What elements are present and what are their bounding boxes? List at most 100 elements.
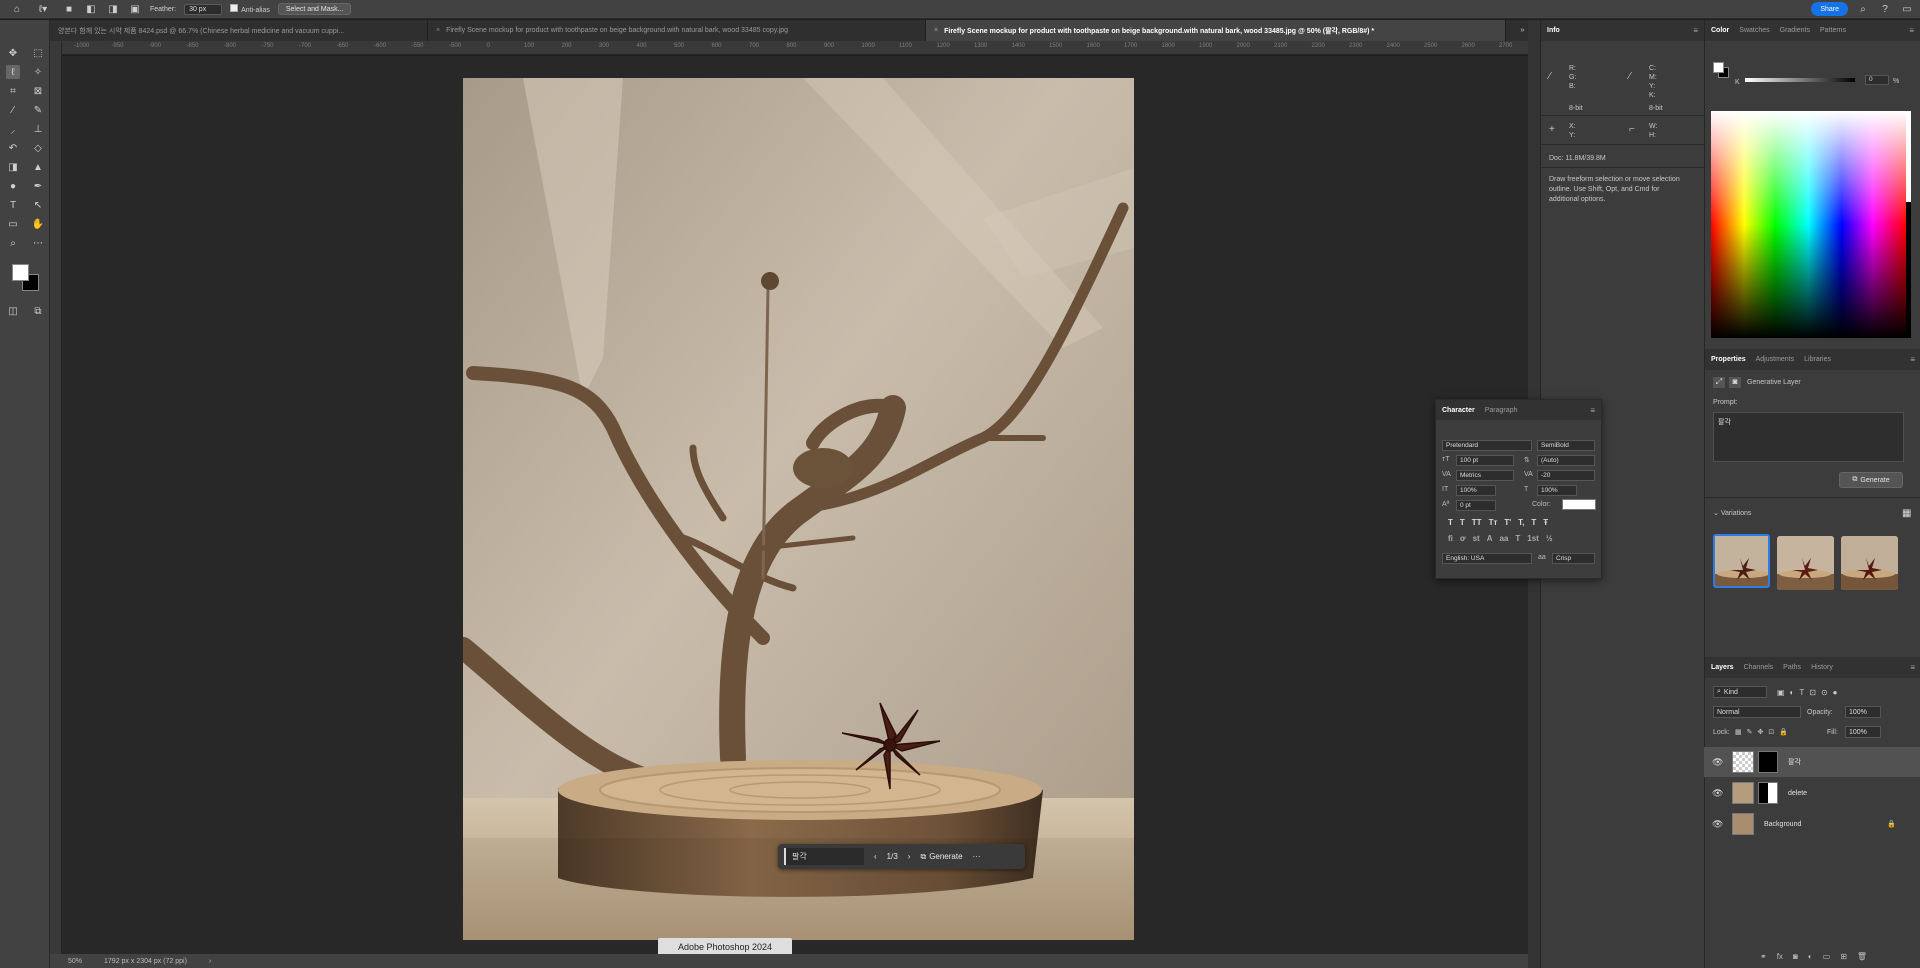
superscript-icon[interactable]: T' — [1504, 518, 1511, 527]
faux-italic-icon[interactable]: T — [1460, 518, 1465, 527]
screen-mode-icon[interactable]: ⧉ — [31, 304, 45, 318]
share-button[interactable]: Share — [1811, 2, 1848, 16]
subscript-icon[interactable]: T, — [1518, 518, 1524, 527]
language-select[interactable]: English: USA — [1442, 553, 1532, 564]
visibility-eye-icon[interactable]: 👁 — [1712, 819, 1724, 830]
color-picker-field[interactable] — [1711, 111, 1906, 338]
tab-history[interactable]: History — [1811, 664, 1833, 671]
font-style-select[interactable]: SemiBold — [1537, 440, 1595, 451]
eraser-tool-icon[interactable]: ◇ — [31, 141, 45, 155]
help-icon[interactable]: ? — [1878, 2, 1892, 16]
font-size-input[interactable]: 100 pt — [1456, 455, 1514, 466]
tab-document-1[interactable]: 양본다 함께 있는 시약 제품 8424.psd @ 66.7% (Chines… — [50, 20, 428, 41]
pen-tool-icon[interactable]: ✒ — [31, 179, 45, 193]
tab-patterns[interactable]: Patterns — [1820, 27, 1846, 34]
grid-view-icon[interactable]: ▦ — [1902, 508, 1911, 519]
previous-variation-icon[interactable]: ‹ — [874, 852, 877, 861]
layer-name[interactable]: delete — [1788, 790, 1807, 797]
document-canvas[interactable] — [463, 78, 1134, 940]
variation-thumbnail-2[interactable] — [1777, 536, 1834, 590]
add-selection-icon[interactable]: ◧ — [84, 2, 98, 16]
tab-color[interactable]: Color — [1711, 27, 1729, 34]
document-size[interactable]: 1792 px x 2304 px (72 ppi) — [104, 958, 187, 965]
panel-menu-icon[interactable]: ≡ — [1910, 355, 1915, 364]
history-brush-tool-icon[interactable]: ↶ — [6, 141, 20, 155]
layer-name[interactable]: Background — [1764, 821, 1801, 828]
layer-filter-select[interactable]: ⌕ Kind — [1713, 686, 1767, 698]
variation-thumbnail-1[interactable] — [1713, 534, 1770, 588]
layer-row-generative[interactable]: 👁 팔각 — [1704, 747, 1920, 777]
color-value-slider[interactable] — [1906, 111, 1911, 338]
strikethrough-icon[interactable]: Ŧ — [1543, 518, 1548, 527]
kerning-input[interactable]: Metrics — [1456, 470, 1514, 481]
k-value-input[interactable]: 0 — [1865, 75, 1889, 85]
opacity-input[interactable]: 100% — [1845, 706, 1881, 718]
panel-menu-icon[interactable]: ≡ — [1590, 406, 1595, 415]
tab-gradients[interactable]: Gradients — [1780, 27, 1810, 34]
add-mask-icon[interactable]: ◙ — [1793, 952, 1798, 961]
small-caps-icon[interactable]: Tт — [1489, 518, 1498, 527]
blend-mode-select[interactable]: Normal — [1713, 706, 1801, 718]
intersect-selection-icon[interactable]: ▣ — [128, 2, 142, 16]
underline-icon[interactable]: T — [1531, 518, 1536, 527]
rectangle-tool-icon[interactable]: ▭ — [6, 217, 20, 231]
swash-icon[interactable]: A — [1487, 534, 1493, 543]
link-layers-icon[interactable]: ⚭ — [1760, 952, 1767, 961]
titling-icon[interactable]: T — [1515, 534, 1520, 543]
new-group-icon[interactable]: ▭ — [1823, 952, 1831, 961]
adjustment-layer-icon[interactable]: ◐ — [1808, 952, 1813, 961]
panel-menu-icon[interactable]: ≡ — [1910, 663, 1915, 672]
variations-toggle[interactable]: ⌄ Variations — [1713, 509, 1751, 518]
feather-input[interactable]: 30 px — [184, 3, 223, 15]
select-and-mask-button[interactable]: Select and Mask... — [277, 3, 352, 15]
leading-input[interactable]: (Auto) — [1537, 455, 1595, 466]
variation-thumbnail-3[interactable] — [1841, 536, 1898, 590]
tab-swatches[interactable]: Swatches — [1739, 27, 1769, 34]
quick-mask-icon[interactable]: ◫ — [6, 304, 20, 318]
path-selection-tool-icon[interactable]: ↖ — [31, 198, 45, 212]
close-icon[interactable]: × — [934, 27, 938, 34]
blur-tool-icon[interactable]: ▲ — [31, 160, 45, 174]
lasso-tool-icon[interactable]: ℓ — [6, 65, 20, 79]
tab-adjustments[interactable]: Adjustments — [1756, 356, 1795, 363]
eyedropper-tool-icon[interactable]: ⁄ — [6, 103, 20, 117]
gradient-tool-icon[interactable]: ◨ — [6, 160, 20, 174]
discretionary-ligatures-icon[interactable]: st — [1473, 534, 1480, 543]
tab-properties[interactable]: Properties — [1711, 356, 1746, 363]
more-tools-icon[interactable]: ⋯ — [31, 236, 45, 250]
tab-document-3[interactable]: × Firefly Scene mockup for product with t… — [926, 20, 1506, 41]
k-slider[interactable] — [1745, 78, 1855, 82]
prompt-textarea[interactable]: 팔각 — [1713, 412, 1904, 462]
stylistic-alternates-icon[interactable]: aa — [1499, 534, 1508, 543]
layer-row-background[interactable]: 👁 Background 🔒 — [1704, 809, 1920, 839]
lasso-tool-preset-icon[interactable]: ℓ▾ — [32, 2, 54, 16]
anti-alias-checkbox[interactable]: Anti-alias — [230, 4, 270, 14]
ligatures-icon[interactable]: fi — [1448, 534, 1453, 543]
fx-icon[interactable]: fx — [1777, 952, 1783, 961]
canvas-area[interactable] — [62, 56, 1528, 954]
horizontal-scale-input[interactable]: 100% — [1537, 485, 1577, 496]
new-selection-icon[interactable]: ■ — [62, 2, 76, 16]
text-color-swatch[interactable] — [1562, 499, 1596, 510]
panel-menu-icon[interactable]: ≡ — [1909, 26, 1914, 35]
fractions-icon[interactable]: ½ — [1546, 534, 1553, 543]
visibility-eye-icon[interactable]: 👁 — [1712, 788, 1724, 799]
new-layer-icon[interactable]: ⊞ — [1840, 952, 1847, 961]
foreground-color-swatch[interactable] — [12, 264, 29, 281]
layer-row-delete[interactable]: 👁 delete — [1704, 778, 1920, 808]
generative-prompt-input[interactable]: 팔각 — [784, 848, 864, 865]
status-arrow-icon[interactable]: › — [209, 958, 211, 965]
layer-filter-icons[interactable]: ▣◐T⊡⊙● — [1777, 688, 1843, 697]
zoom-tool-icon[interactable]: ⌕ — [6, 236, 20, 250]
tab-layers[interactable]: Layers — [1711, 664, 1734, 671]
old-style-icon[interactable]: ơ — [1460, 534, 1466, 543]
delete-layer-icon[interactable]: 🗑 — [1857, 952, 1867, 961]
tab-document-2[interactable]: × Firefly Scene mockup for product with t… — [428, 20, 926, 41]
type-tool-icon[interactable]: T — [6, 198, 20, 212]
baseline-shift-input[interactable]: 0 pt — [1456, 500, 1496, 511]
fill-input[interactable]: 100% — [1845, 726, 1881, 738]
tab-info[interactable]: Info — [1547, 27, 1560, 34]
stamp-tool-icon[interactable]: ⊥ — [31, 122, 45, 136]
crop-tool-icon[interactable]: ⌗ — [6, 84, 20, 98]
zoom-level[interactable]: 50% — [68, 958, 82, 965]
